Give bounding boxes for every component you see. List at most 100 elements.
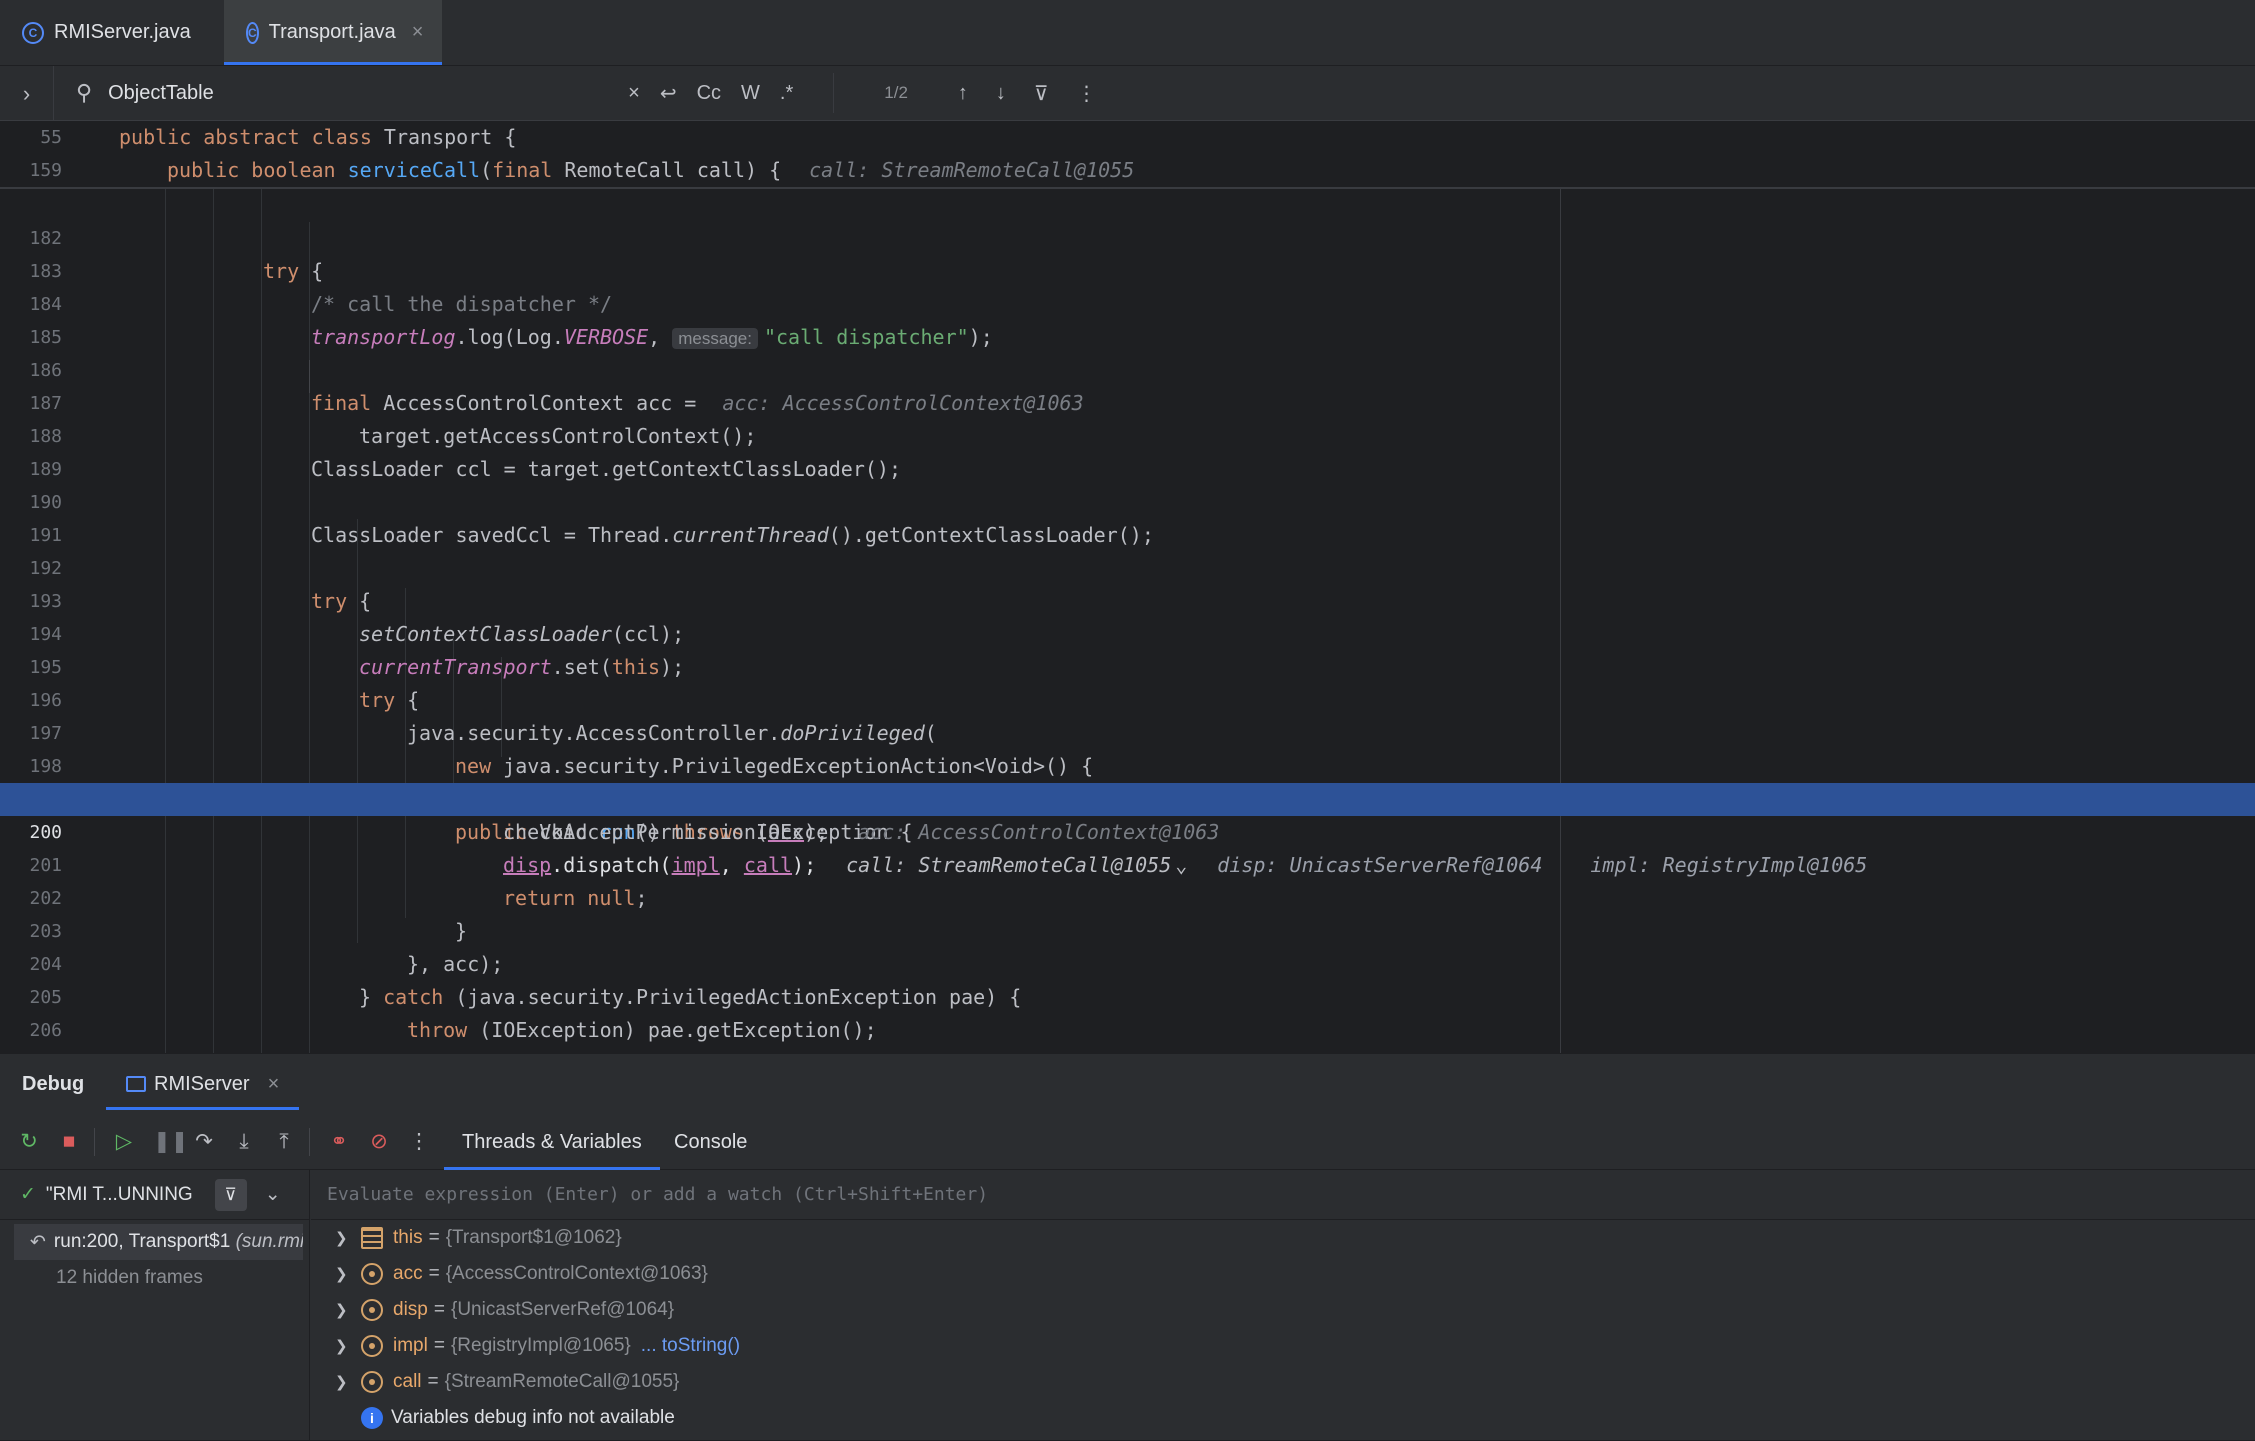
stack-frame[interactable]: ↶ run:200, Transport$1 (sun.rmi.transpor… [14,1224,303,1260]
debug-header: Debug RMIServer × [0,1054,2255,1114]
return-frame-icon: ↶ [30,1231,46,1253]
code-line[interactable]: 204 } catch (java.security.PrivilegedAct… [0,915,2255,1009]
previous-occurrence-icon[interactable]: ↑ [958,82,968,105]
expand-replace-icon[interactable]: › [0,65,54,121]
chevron-right-icon[interactable]: ❯ [335,1229,361,1247]
step-out-icon[interactable]: ⤒ [273,1130,295,1154]
search-input[interactable]: ObjectTable [108,82,618,105]
code-line[interactable]: 192 try { [0,519,2255,613]
close-icon[interactable]: × [268,1073,280,1096]
resume-icon[interactable]: ▷ [113,1129,135,1154]
evaluate-expression-input[interactable]: Evaluate expression (Enter) or add a wat… [311,1170,2255,1220]
step-into-icon[interactable]: ⤓ [233,1130,255,1154]
variable-row[interactable]: ❯ this = {Transport$1@1062} [311,1220,2255,1256]
chevron-down-icon[interactable]: ⌄ [265,1183,281,1206]
more-options-icon[interactable]: ⋮ [1077,81,1097,106]
view-breakpoints-icon[interactable]: ⚭ [328,1129,350,1154]
variable-row[interactable]: ❯ disp = {UnicastServerRef@1064} [311,1292,2255,1328]
code-line[interactable]: 197 new java.security.PrivilegedExceptio… [0,684,2255,778]
debug-tool-window: Debug RMIServer × ↻ ■ ▷ ❚❚ ↷ ⤓ ⤒ ⚭ ⊘ ⋮ T… [0,1053,2255,1441]
code-line[interactable]: 190 ClassLoader savedCcl = Thread.curren… [0,453,2255,547]
code-line[interactable]: 187 target.getAccessControlContext(); [0,354,2255,448]
java-class-icon: C [22,21,44,44]
frame-label: run:200, Transport$1 [53,1231,231,1252]
close-icon[interactable]: × [412,21,424,44]
next-occurrence-icon[interactable]: ↓ [996,82,1006,105]
rerun-icon[interactable]: ↻ [18,1129,40,1154]
chevron-right-icon[interactable]: ❯ [335,1301,361,1319]
line-number: 55 [40,127,62,148]
code-line[interactable]: 188 ClassLoader ccl = target.getContextC… [0,387,2255,481]
info-text: Variables debug info not available [391,1407,675,1428]
code-line[interactable]: 205 throw (IOException) pae.getException… [0,948,2255,1042]
step-over-icon[interactable]: ↷ [193,1129,215,1154]
tab-rmiserver-java[interactable]: C RMIServer.java [0,0,222,65]
check-icon: ✓ [20,1184,36,1205]
words-button[interactable]: W [741,82,760,105]
debug-session-tab[interactable]: RMIServer × [106,1054,300,1114]
code-line[interactable]: 183 /* call the dispatcher */ [0,222,2255,316]
tab-threads-variables[interactable]: Threads & Variables [444,1114,660,1170]
stop-icon[interactable]: ■ [58,1130,80,1154]
variable-row[interactable]: ❯ impl = {RegistryImpl@1065}... toString() [311,1328,2255,1364]
code-line[interactable]: 182 try { [0,189,2255,283]
code-line[interactable]: 184 transportLog.log(Log.VERBOSE, messag… [0,255,2255,349]
tab-label: Threads & Variables [462,1130,642,1153]
thread-selector[interactable]: ✓ "RMI T...UNNING ⊽ ⌄ [0,1170,309,1220]
match-case-button[interactable]: Cc [697,82,721,105]
sticky-line[interactable]: 55 public abstract class Transport { [0,121,2255,154]
editor-tab-bar: C RMIServer.java C Transport.java × [0,0,2255,66]
code-line[interactable]: 186 final AccessControlContext acc = acc… [0,321,2255,415]
code-line[interactable]: 196 java.security.AccessController.doPri… [0,651,2255,745]
tostring-link[interactable]: ... toString() [641,1335,740,1357]
code-line[interactable]: 199 checkAcceptPermission(acc);acc: Acce… [0,750,2255,844]
clear-search-icon[interactable]: × [628,82,640,105]
code-line[interactable]: 203 }, acc); [0,882,2255,976]
field-icon [361,1371,383,1393]
run-config-icon [126,1076,146,1092]
code-editor[interactable]: 55 public abstract class Transport { 159… [0,121,2255,1053]
code-line[interactable]: 185 [0,288,2255,348]
variable-name: this [393,1227,423,1248]
variable-name: acc [393,1263,423,1284]
code-line[interactable]: 194 currentTransport.set(this); [0,585,2255,679]
tab-label: Transport.java [268,21,396,43]
variable-value: {RegistryImpl@1065} [450,1335,631,1356]
pause-icon[interactable]: ❚❚ [153,1129,188,1154]
session-tab-label: RMIServer [154,1072,250,1095]
tab-console[interactable]: Console [656,1114,765,1170]
variable-row[interactable]: ❯ acc = {AccessControlContext@1063} [311,1256,2255,1292]
line-number: 159 [29,160,62,181]
code-line[interactable]: 191 [0,486,2255,546]
divider [94,1127,95,1156]
mute-breakpoints-icon[interactable]: ⊘ [368,1129,390,1154]
filter-icon[interactable]: ⊽ [214,1178,247,1211]
sticky-code: public boolean serviceCall(final RemoteC… [167,158,1135,182]
filter-icon[interactable]: ⊽ [1034,81,1049,106]
sticky-line[interactable]: 159 public boolean serviceCall(final Rem… [0,154,2255,187]
debug-toolbar: ↻ ■ ▷ ❚❚ ↷ ⤓ ⤒ ⚭ ⊘ ⋮ Threads & Variables… [0,1114,2255,1170]
chevron-right-icon[interactable]: ❯ [335,1373,361,1391]
chevron-right-icon[interactable]: ❯ [335,1337,361,1355]
code-line[interactable]: 202 } [0,849,2255,943]
tab-transport-java[interactable]: C Transport.java × [224,0,442,65]
code-line[interactable]: 201 return null; [0,816,2255,910]
variable-row[interactable]: ❯ call = {StreamRemoteCall@1055} [311,1364,2255,1400]
code-line[interactable]: 195 try { [0,618,2255,712]
code-line[interactable]: 193 setContextClassLoader(ccl); [0,552,2255,646]
variable-name: disp [393,1299,428,1320]
info-icon: i [361,1407,383,1429]
code-line[interactable]: 189 [0,420,2255,480]
match-count: 1/2 [884,83,908,102]
chevron-right-icon[interactable]: ❯ [335,1265,361,1283]
regex-button[interactable]: .* [780,82,793,105]
variable-name: call [393,1371,422,1392]
search-icon[interactable]: ⚲ [76,80,92,106]
new-line-icon[interactable]: ↩ [660,81,677,106]
current-execution-line[interactable]: 200 disp.dispatch(impl, call); call: Stre… [0,783,2255,877]
code-line[interactable]: 206 } [0,981,2255,1053]
hidden-frames[interactable]: 12 hidden frames [0,1260,309,1296]
more-options-icon[interactable]: ⋮ [408,1129,430,1154]
code-line[interactable]: 207 } finally { [0,1014,2255,1047]
code-line[interactable]: 198 ⓪↑ public Void run() throws IOExcept… [0,717,2255,844]
